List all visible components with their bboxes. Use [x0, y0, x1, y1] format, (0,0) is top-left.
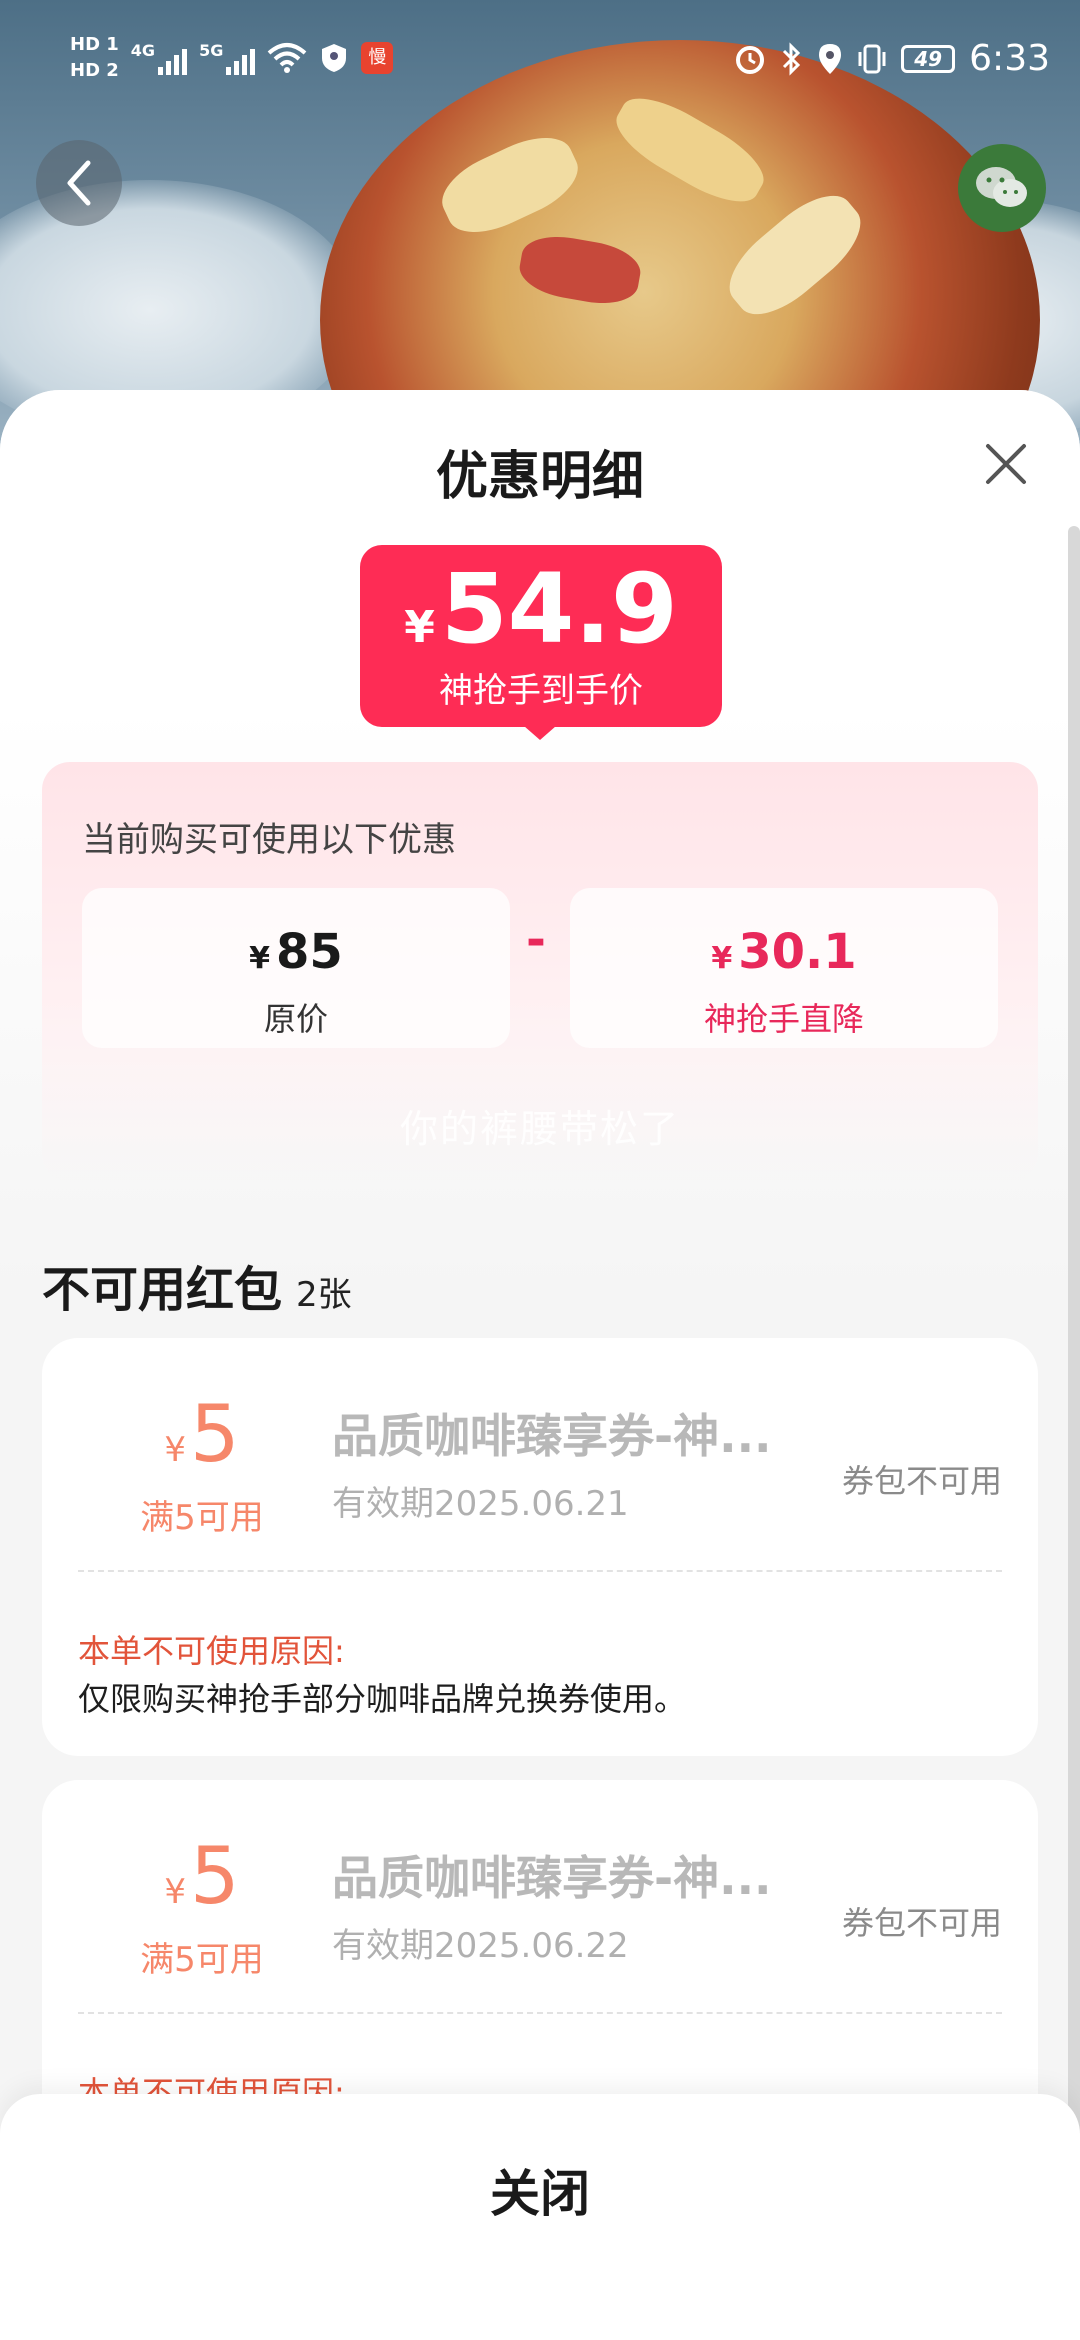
coupon-name: 品质咖啡臻享券-神...: [332, 1409, 772, 1463]
badge-pointer: [524, 726, 556, 740]
coupon-status: 券包不可用: [841, 1462, 1002, 1500]
currency-symbol: ¥: [164, 1430, 186, 1470]
coupon-amount-value: 5: [190, 1390, 240, 1480]
coupon-status: 券包不可用: [841, 1904, 1002, 1942]
battery-icon: 49: [901, 44, 956, 73]
divider: [78, 2012, 1002, 2014]
discount-label: 神抢手直降: [703, 1000, 864, 1038]
wechat-share-button[interactable]: [958, 144, 1046, 232]
bottom-action-bar: 关闭: [0, 2094, 1080, 2340]
coupon-condition: 满5可用: [140, 1940, 264, 1980]
app-notification-icon: 慢: [361, 42, 394, 74]
coupon-count: 2张: [296, 1275, 352, 1315]
network-type-label: 4G: [130, 41, 156, 60]
coupon-name: 品质咖啡臻享券-神...: [332, 1851, 772, 1905]
divider: [78, 1570, 1002, 1572]
currency-symbol: ¥: [164, 1872, 186, 1912]
shield-icon: [322, 44, 347, 72]
alarm-icon: [736, 45, 765, 74]
close-icon[interactable]: [982, 440, 1030, 488]
original-price-box: ¥85 原价: [82, 888, 510, 1048]
sheet-title: 优惠明细: [435, 447, 644, 507]
clock: 6:33: [969, 38, 1050, 79]
network-type-label: 5G: [199, 41, 224, 60]
final-price-label: 神抢手到手价: [439, 671, 643, 711]
coupon-condition: 满5可用: [140, 1498, 264, 1538]
discount-box: ¥30.1 神抢手直降: [570, 888, 998, 1048]
final-price-amount: 54.9: [440, 553, 678, 665]
coupon-amount: ¥5: [42, 1832, 362, 1922]
wechat-icon: [976, 167, 1027, 207]
reason-title: 本单不可使用原因:: [78, 1632, 345, 1670]
location-icon: [819, 43, 842, 74]
discount-value: ¥30.1: [570, 924, 998, 980]
back-button[interactable]: [36, 140, 122, 226]
discount-amount: 30.1: [738, 924, 857, 980]
coupon-card[interactable]: ¥5 满5可用 品质咖啡臻享券-神... 有效期2025.06.21 券包不可用…: [42, 1338, 1038, 1756]
chevron-left-icon: [67, 160, 91, 206]
coupon-amount: ¥5: [42, 1390, 362, 1480]
original-price-value: ¥85: [82, 924, 510, 980]
original-price-amount: 85: [276, 924, 343, 980]
bluetooth-icon: [783, 41, 801, 76]
final-price-badge: ¥ 54.9 神抢手到手价: [360, 545, 722, 727]
currency-symbol: ¥: [404, 602, 435, 653]
reason-text: 仅限购买神抢手部分咖啡品牌兑换券使用。: [78, 1680, 687, 1718]
coupon-amount-value: 5: [190, 1832, 240, 1922]
promo-heading: 当前购买可使用以下优惠: [82, 820, 456, 860]
section-title: 不可用红包: [42, 1262, 283, 1318]
currency-symbol: ¥: [711, 941, 733, 976]
coupon-validity: 有效期2025.06.22: [332, 1926, 629, 1966]
discount-detail-sheet: 优惠明细 ¥ 54.9 神抢手到手价 当前购买可使用以下优惠 ¥85 原价 - …: [0, 390, 1080, 2340]
status-bar: HD 1 HD 2 4G 5G 慢 49 6:33: [0, 0, 1080, 120]
scrollbar[interactable]: [1068, 526, 1080, 2326]
original-price-label: 原价: [263, 1000, 328, 1038]
close-button[interactable]: 关闭: [0, 2154, 1080, 2226]
minus-operator: -: [526, 912, 546, 968]
currency-symbol: ¥: [249, 941, 271, 976]
vibrate-icon: [858, 44, 886, 73]
wifi-icon: [268, 43, 307, 73]
coupon-validity: 有效期2025.06.21: [332, 1484, 629, 1524]
hd-indicator: HD 1 HD 2: [70, 34, 119, 82]
signal-4g-icon: 4G: [130, 41, 188, 75]
watermark-text: 你的裤腰带松了: [399, 1107, 680, 1151]
unavailable-section-header: 不可用红包 2张: [42, 1250, 352, 1320]
hd2-label: HD 2: [70, 60, 119, 81]
signal-5g-icon: 5G: [199, 41, 256, 75]
hd1-label: HD 1: [70, 34, 119, 55]
